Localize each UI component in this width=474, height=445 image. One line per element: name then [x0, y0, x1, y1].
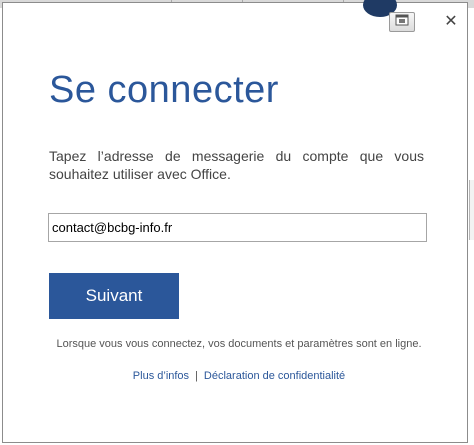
- link-separator: |: [195, 370, 198, 382]
- next-button[interactable]: Suivant: [49, 273, 179, 319]
- close-button[interactable]: ✕: [441, 11, 461, 31]
- options-button[interactable]: [389, 12, 415, 32]
- instructions-text: Tapez l’adresse de messagerie du compte …: [49, 148, 424, 182]
- sign-in-dialog: ✕ Se connecter Tapez l’adresse de messag…: [2, 0, 468, 443]
- options-icon: [395, 13, 409, 31]
- more-info-link[interactable]: Plus d’infos: [133, 370, 189, 382]
- footer-text: Lorsque vous vous connectez, vos documen…: [56, 338, 422, 350]
- background-window-edge: [469, 180, 474, 240]
- close-icon: ✕: [444, 13, 458, 30]
- privacy-link[interactable]: Déclaration de confidentialité: [204, 370, 345, 382]
- email-field[interactable]: [48, 213, 427, 242]
- page-title: Se connecter: [49, 69, 279, 111]
- footer-links: Plus d’infos | Déclaration de confidential…: [49, 370, 429, 382]
